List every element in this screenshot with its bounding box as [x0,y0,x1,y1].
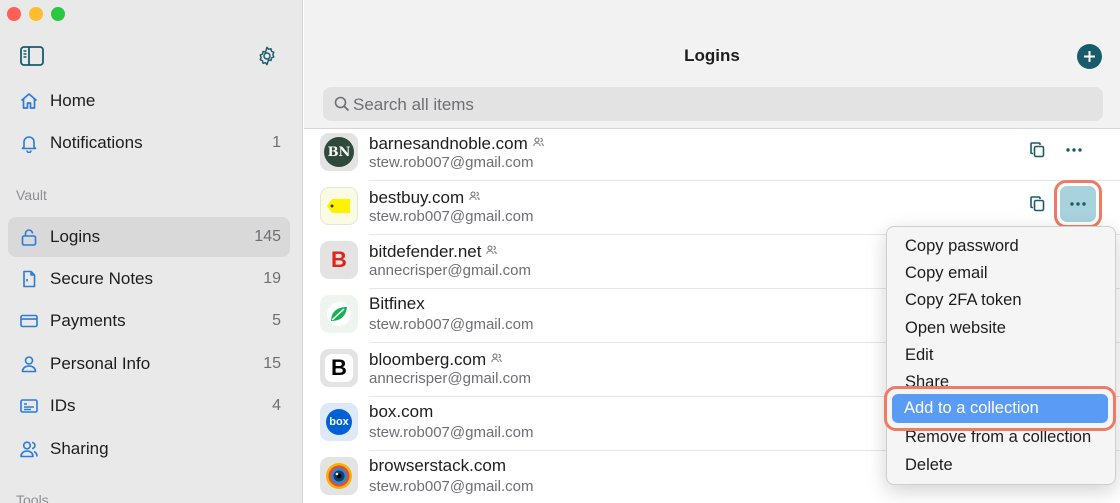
window-controls [7,7,65,21]
vault-section-label: Vault [16,187,47,203]
menu-item-open-website[interactable]: Open website [905,319,1006,338]
person-icon [18,353,40,375]
bestbuy-logo [320,187,358,225]
login-email: stew.rob007@gmail.com [369,316,534,333]
menu-item-add-to-collection[interactable]: Add to a collection [884,386,1116,431]
sidebar-item-label: Logins [50,227,101,246]
shared-icon [486,240,498,260]
sidebar-item-sharing[interactable]: Sharing [8,429,290,469]
bitfinex-logo [320,295,358,333]
search-input[interactable]: Search all items [323,87,1103,121]
login-name: barnesandnoble.com [369,134,528,153]
shared-icon [491,348,502,368]
menu-item-edit[interactable]: Edit [905,346,933,365]
sidebar-item-label: IDs [50,396,76,415]
id-card-icon [18,395,40,417]
search-icon [334,96,350,112]
logo-mark: BN [324,137,354,167]
more-options-button-active[interactable] [1054,180,1102,228]
toolbar: Logins Search all items [304,0,1120,129]
login-name: Bitfinex [369,294,425,313]
payments-count: 5 [272,312,281,329]
home-icon [18,90,40,112]
gear-icon[interactable] [256,45,278,67]
close-window-button[interactable] [7,7,21,21]
login-name: box.com [369,402,434,421]
copy-icon[interactable] [1026,193,1048,215]
notifications-count: 1 [272,134,281,151]
logo-mark: B [325,354,353,382]
menu-item-delete[interactable]: Delete [905,456,953,475]
box-logo: box [320,403,358,441]
login-email: stew.rob007@gmail.com [369,208,534,225]
login-name: bloomberg.com [369,350,487,369]
menu-item-copy-password[interactable]: Copy password [905,237,1019,256]
barnesandnoble-logo: BN [320,133,358,171]
sidebar-item-label: Secure Notes [50,269,153,288]
sidebar-item-label: Notifications [50,133,143,152]
sidebar-item-label: Home [50,91,96,110]
tools-section-label: Tools [16,492,49,503]
logo-mark: box [326,409,352,435]
sidebar-toggle-icon[interactable] [20,46,44,66]
browserstack-eye-icon [326,463,352,489]
ellipsis-icon [1070,202,1086,206]
note-icon [18,268,40,290]
add-item-button[interactable] [1077,44,1102,69]
menu-item-copy-email[interactable]: Copy email [905,264,988,283]
secure-notes-count: 19 [263,270,281,287]
login-name: bitdefender.net [369,242,482,261]
sidebar-item-notifications[interactable]: Notifications 1 [8,123,290,163]
sidebar-item-payments[interactable]: Payments 5 [8,301,290,341]
copy-icon[interactable] [1026,139,1048,161]
sidebar-item-label: Payments [50,311,126,330]
sharing-icon [18,438,40,460]
menu-item-label: Add to a collection [904,399,1039,417]
login-email: annecrisper@gmail.com [369,262,531,279]
sidebar-item-label: Sharing [50,439,109,458]
context-menu: Copy password Copy email Copy 2FA token … [886,226,1116,485]
zoom-window-button[interactable] [51,7,65,21]
ellipsis-icon [1066,148,1082,152]
logins-count: 145 [254,228,281,245]
bitfinex-leaf-icon [327,302,351,326]
login-email: annecrisper@gmail.com [369,370,531,387]
sidebar-item-ids[interactable]: IDs 4 [8,386,290,426]
login-email: stew.rob007@gmail.com [369,478,534,495]
lock-icon [18,226,40,248]
login-row-barnesandnoble[interactable]: BN barnesandnoble.com stew.rob007@gmail.… [304,127,1120,181]
shared-icon [533,132,544,152]
login-email: stew.rob007@gmail.com [369,154,534,171]
sidebar-item-label: Personal Info [50,354,151,373]
bell-icon [18,132,40,154]
ids-count: 4 [272,397,281,414]
plus-icon [1084,51,1095,62]
bloomberg-logo: B [320,349,358,387]
shared-icon [469,186,480,206]
more-options-button[interactable] [1060,139,1088,161]
sidebar: Home Notifications 1 Vault Logins 145 Se… [0,0,303,503]
sidebar-item-secure-notes[interactable]: Secure Notes 19 [8,259,290,299]
minimize-window-button[interactable] [29,7,43,21]
menu-item-copy-2fa-token[interactable]: Copy 2FA token [905,291,1022,310]
logo-mark: B [331,247,347,272]
sidebar-item-home[interactable]: Home [8,81,290,121]
login-email: stew.rob007@gmail.com [369,424,534,441]
page-title: Logins [684,46,740,65]
sidebar-item-logins[interactable]: Logins 145 [8,217,290,257]
sidebar-item-personal-info[interactable]: Personal Info 15 [8,344,290,384]
bestbuy-tag-icon [327,199,350,213]
bitdefender-logo: B [320,241,358,279]
login-name: bestbuy.com [369,188,465,207]
search-placeholder: Search all items [353,95,474,114]
credit-card-icon [18,310,40,332]
login-name: browserstack.com [369,456,506,475]
personal-info-count: 15 [263,355,281,372]
browserstack-logo [320,457,358,495]
